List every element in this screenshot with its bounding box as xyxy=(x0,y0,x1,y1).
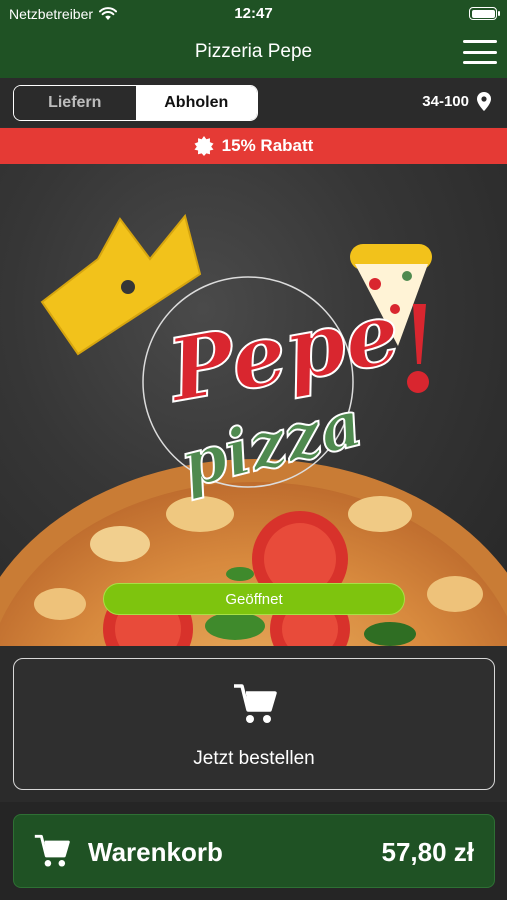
menu-icon[interactable] xyxy=(463,38,497,66)
discount-banner[interactable]: 15% Rabatt xyxy=(0,128,507,164)
nav-bar: Pizzeria Pepe xyxy=(0,28,507,78)
hero-artwork: Pepe pizza xyxy=(0,213,507,646)
clock: 12:47 xyxy=(234,5,273,22)
order-mode-toggle: Liefern Abholen xyxy=(13,85,258,121)
cart-icon xyxy=(234,684,277,723)
postcode-value: 34-100 xyxy=(422,93,469,110)
location-pin-icon xyxy=(477,92,491,111)
cart-label: Warenkorb xyxy=(88,837,223,867)
restaurant-hero: Pepe pizza Geöffnet xyxy=(0,164,507,646)
discount-label: 15% Rabatt xyxy=(221,136,314,155)
mode-bar: Liefern Abholen 34-100 xyxy=(0,78,507,127)
cart-icon xyxy=(34,834,70,867)
cart-section: Warenkorb 57,80 zł xyxy=(0,802,507,900)
order-now-button[interactable]: Jetzt bestellen xyxy=(13,658,495,790)
postcode-selector[interactable]: 34-100 xyxy=(422,92,491,111)
status-bar: Netzbetreiber 12:47 xyxy=(0,0,507,28)
cart-button[interactable]: Warenkorb 57,80 zł xyxy=(13,814,495,888)
order-section: Jetzt bestellen xyxy=(0,646,507,806)
open-status-badge: Geöffnet xyxy=(103,583,405,615)
logo-word-pepe: Pepe xyxy=(158,282,407,422)
pickup-tab[interactable]: Abholen xyxy=(135,86,257,120)
order-now-label: Jetzt bestellen xyxy=(193,748,315,769)
cart-total: 57,80 zł xyxy=(381,837,474,867)
pepe-pizza-logo: Pepe pizza xyxy=(40,213,432,504)
page-title: Pizzeria Pepe xyxy=(194,41,313,62)
battery-icon xyxy=(469,7,500,20)
delivery-tab[interactable]: Liefern xyxy=(14,86,136,120)
badge-icon xyxy=(194,136,214,156)
